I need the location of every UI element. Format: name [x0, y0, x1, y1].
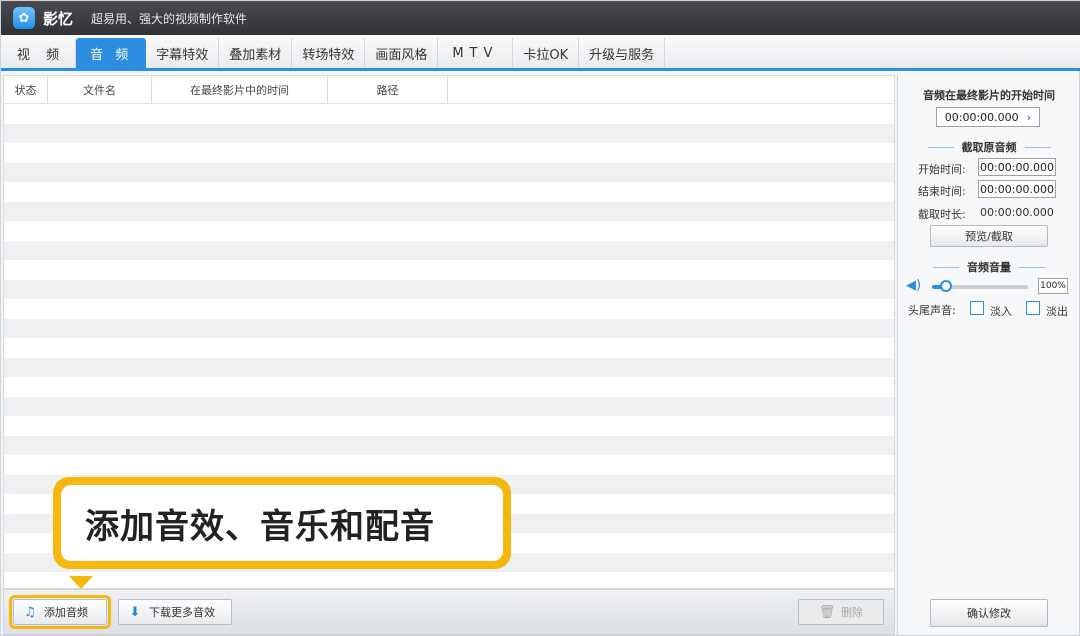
add-audio-button[interactable]: ♫ 添加音频: [9, 595, 111, 629]
list-row[interactable]: [4, 143, 894, 163]
preview-trim-button[interactable]: 预览/截取: [930, 225, 1048, 247]
speaker-icon[interactable]: ◀): [906, 278, 921, 293]
list-row[interactable]: [4, 123, 894, 143]
app-window: ✿ 影忆 超易用、强大的视频制作软件 视 频 音 频 字幕特效 叠加素材 转场特…: [0, 0, 1080, 636]
trim-title-text: 截取原音频: [961, 141, 1017, 154]
delete-label: 删除: [841, 606, 863, 619]
tab-audio[interactable]: 音 频: [76, 38, 147, 68]
title-bar: ✿ 影忆 超易用、强大的视频制作软件: [1, 1, 1080, 35]
list-row[interactable]: [4, 162, 894, 182]
list-row[interactable]: [4, 240, 894, 260]
main-tab-bar: 视 频 音 频 字幕特效 叠加素材 转场特效 画面风格 MTV 卡拉OK 升级与…: [1, 35, 1080, 71]
divider: [927, 146, 954, 148]
tab-overlay[interactable]: 叠加素材: [219, 38, 293, 68]
add-audio-label: 添加音频: [44, 606, 88, 619]
list-header: 状态 文件名 在最终影片中的时间 路径: [4, 76, 894, 104]
fade-in-checkbox[interactable]: [970, 301, 984, 315]
app-name: 影忆: [43, 9, 74, 28]
tab-video[interactable]: 视 频: [7, 38, 77, 68]
start-time-input[interactable]: 00:00:00.000 ›: [936, 107, 1040, 127]
list-row[interactable]: [4, 221, 894, 241]
list-row[interactable]: [4, 260, 894, 280]
begin-time-input[interactable]: 00:00:00.000: [978, 158, 1056, 176]
film-reel-icon: ✿: [13, 7, 35, 29]
list-row[interactable]: [4, 201, 894, 221]
download-more-button[interactable]: ⬇ 下载更多音效: [118, 599, 232, 625]
list-row[interactable]: [4, 396, 894, 416]
list-row[interactable]: [4, 435, 894, 455]
start-time-title: 音频在最终影片的开始时间: [923, 89, 1055, 102]
tab-transitions[interactable]: 转场特效: [292, 38, 366, 68]
volume-slider[interactable]: [932, 280, 1028, 292]
fade-in-label: 淡入: [990, 305, 1012, 318]
column-path[interactable]: 路径: [328, 76, 448, 103]
download-icon: ⬇: [129, 604, 141, 620]
list-row[interactable]: [4, 377, 894, 397]
column-filename[interactable]: 文件名: [48, 76, 152, 103]
column-status[interactable]: 状态: [4, 76, 48, 103]
trim-section-title: 截取原音频: [898, 139, 1080, 155]
tab-picture-style[interactable]: 画面风格: [365, 38, 439, 68]
callout-bubble: 添加音效、音乐和配音: [53, 477, 511, 569]
divider: [1024, 146, 1051, 148]
begin-time-label: 开始时间:: [918, 163, 966, 176]
tab-mtv[interactable]: MTV: [438, 38, 514, 68]
list-row[interactable]: [4, 338, 894, 358]
list-row[interactable]: [4, 572, 894, 588]
fade-out-checkbox[interactable]: [1026, 301, 1040, 315]
delete-button[interactable]: 🗑 删除: [798, 599, 884, 625]
download-more-label: 下载更多音效: [149, 606, 215, 619]
chevron-right-icon[interactable]: ›: [1027, 111, 1032, 124]
list-row[interactable]: [4, 357, 894, 377]
duration-value: 00:00:00.000: [980, 206, 1054, 219]
callout-pointer: [69, 576, 93, 589]
tab-upgrade-service[interactable]: 升级与服务: [579, 38, 666, 68]
bottom-toolbar: ♫ 添加音频 ⬇ 下载更多音效 🗑 删除: [3, 589, 895, 635]
list-row[interactable]: [4, 182, 894, 202]
volume-title-text: 音频音量: [967, 261, 1011, 274]
end-time-input[interactable]: 00:00:00.000: [978, 180, 1056, 198]
duration-label: 截取时长:: [918, 208, 966, 221]
list-row[interactable]: [4, 416, 894, 436]
callout-text: 添加音效、音乐和配音: [61, 485, 503, 561]
divider: [933, 266, 959, 268]
divider: [1019, 266, 1045, 268]
tab-subtitle-effects[interactable]: 字幕特效: [146, 38, 220, 68]
volume-slider-handle[interactable]: [940, 280, 953, 292]
tab-karaoke[interactable]: 卡拉OK: [513, 38, 580, 68]
app-slogan: 超易用、强大的视频制作软件: [91, 11, 248, 26]
list-row[interactable]: [4, 299, 894, 319]
list-row[interactable]: [4, 104, 894, 124]
confirm-button[interactable]: 确认修改: [930, 599, 1048, 627]
list-row[interactable]: [4, 318, 894, 338]
music-add-icon: ♫: [24, 604, 36, 620]
start-time-value: 00:00:00.000: [944, 110, 1019, 124]
audio-properties-panel: 音频在最终影片的开始时间 00:00:00.000 › 截取原音频 开始时间: …: [897, 75, 1079, 635]
fade-out-label: 淡出: [1046, 305, 1068, 318]
volume-value[interactable]: 100%: [1038, 278, 1068, 294]
list-row[interactable]: [4, 455, 894, 475]
fade-label: 头尾声音:: [908, 304, 956, 317]
end-time-label: 结束时间:: [918, 185, 966, 198]
trash-icon: 🗑: [818, 604, 836, 620]
list-row[interactable]: [4, 279, 894, 299]
column-time-in-movie[interactable]: 在最终影片中的时间: [152, 76, 328, 103]
volume-section-title: 音频音量: [898, 259, 1080, 275]
